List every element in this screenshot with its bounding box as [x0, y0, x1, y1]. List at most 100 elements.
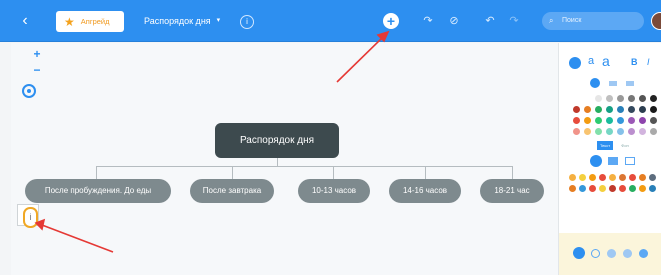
info-badge[interactable]: i — [23, 207, 38, 228]
color-swatch[interactable] — [617, 95, 624, 102]
shape-fill-icon[interactable] — [590, 155, 602, 167]
upgrade-button[interactable]: ★ Апгрейд — [56, 11, 124, 32]
tab-background[interactable]: Фон — [617, 141, 633, 150]
caret-down-icon: ▾ — [216, 17, 221, 24]
color-swatch[interactable] — [595, 106, 602, 113]
connector-line — [512, 166, 513, 179]
emoji-icon[interactable] — [639, 185, 646, 192]
color-swatch[interactable] — [639, 106, 646, 113]
subtopic-node[interactable]: После завтрака — [190, 179, 274, 203]
search-placeholder: Поиск — [562, 17, 582, 24]
link-icon[interactable] — [607, 249, 616, 258]
color-swatch[interactable] — [584, 117, 591, 124]
avatar[interactable] — [651, 12, 661, 30]
mindmap-canvas[interactable]: + − — [11, 43, 558, 275]
back-icon[interactable]: ‹ — [16, 12, 34, 30]
color-swatch[interactable] — [595, 117, 602, 124]
relation-icon[interactable]: ↷ — [420, 13, 436, 29]
color-swatch[interactable] — [628, 95, 635, 102]
color-swatch[interactable] — [584, 106, 591, 113]
search-input[interactable]: ⌕ Поиск — [542, 12, 644, 30]
emoji-icon[interactable] — [609, 174, 616, 181]
emoji-icon[interactable] — [629, 174, 636, 181]
connector-line — [96, 166, 97, 179]
tab-text[interactable]: Текст — [597, 141, 613, 150]
color-swatch[interactable] — [639, 117, 646, 124]
emoji-icon[interactable] — [639, 174, 646, 181]
connector-line — [232, 166, 233, 179]
emoji-icon[interactable] — [619, 185, 626, 192]
image-icon[interactable] — [608, 157, 618, 165]
format-panel: a a B I Текст Фон — [558, 43, 661, 275]
color-swatch[interactable] — [628, 106, 635, 113]
color-swatch[interactable] — [650, 106, 657, 113]
emoji-icon[interactable] — [649, 174, 656, 181]
emoji-icon[interactable] — [649, 185, 656, 192]
emoji-icon[interactable] — [599, 185, 606, 192]
central-topic[interactable]: Распорядок дня — [215, 123, 339, 158]
emoji-icon[interactable] — [579, 174, 586, 181]
subtopic-node[interactable]: После пробуждения. До еды — [25, 179, 171, 203]
emoji-icon[interactable] — [569, 185, 576, 192]
connector-line — [425, 166, 426, 179]
color-swatch[interactable] — [617, 106, 624, 113]
map-title: Распорядок дня — [144, 16, 211, 26]
color-swatch[interactable] — [617, 128, 624, 135]
color-swatch[interactable] — [573, 106, 580, 113]
color-swatch[interactable] — [617, 117, 624, 124]
color-swatch[interactable] — [573, 117, 580, 124]
attach-icon[interactable] — [623, 249, 632, 258]
undo-icon[interactable]: ↶ — [482, 13, 498, 29]
emoji-icon[interactable] — [599, 174, 606, 181]
color-swatch[interactable] — [595, 95, 602, 102]
color-swatch[interactable] — [628, 128, 635, 135]
connector-line — [96, 166, 513, 167]
emoji-icon[interactable] — [579, 185, 586, 192]
color-swatch[interactable] — [628, 117, 635, 124]
emoji-icon[interactable] — [609, 185, 616, 192]
subtopic-node[interactable]: 18-21 час — [480, 179, 544, 203]
font-size-large[interactable]: a — [602, 53, 610, 69]
color-swatch[interactable] — [606, 95, 613, 102]
add-topic-button[interactable]: + — [383, 13, 399, 29]
comment-icon[interactable] — [591, 249, 600, 258]
italic-button[interactable]: I — [647, 57, 650, 67]
star-icon: ★ — [64, 14, 75, 29]
color-swatch[interactable] — [595, 128, 602, 135]
zoom-out-button[interactable]: − — [30, 63, 44, 77]
subtopic-node[interactable]: 10-13 часов — [298, 179, 370, 203]
map-title-dropdown[interactable]: Распорядок дня ▾ — [144, 12, 220, 30]
zoom-in-button[interactable]: + — [30, 47, 44, 61]
label-icon[interactable] — [639, 249, 648, 258]
shape-line-icon[interactable] — [626, 81, 634, 86]
emoji-icon[interactable] — [619, 174, 626, 181]
color-swatch[interactable] — [584, 128, 591, 135]
color-swatch[interactable] — [650, 95, 657, 102]
emoji-icon[interactable] — [589, 185, 596, 192]
font-size-small[interactable]: a — [588, 55, 594, 67]
info-icon[interactable]: i — [240, 15, 254, 29]
redo-icon[interactable]: ↷ — [506, 13, 522, 29]
color-swatch[interactable] — [650, 117, 657, 124]
emoji-icon[interactable] — [589, 174, 596, 181]
center-map-icon[interactable] — [22, 84, 36, 98]
emoji-icon[interactable] — [629, 185, 636, 192]
cancel-icon[interactable]: ⊘ — [446, 13, 462, 29]
color-swatch[interactable] — [606, 117, 613, 124]
frame-icon[interactable] — [625, 157, 635, 165]
color-swatch[interactable] — [606, 128, 613, 135]
top-toolbar: ‹ ★ Апгрейд Распорядок дня ▾ i + ↷ ⊘ ↶ ↷… — [0, 0, 661, 42]
color-swatch[interactable] — [639, 128, 646, 135]
color-swatch[interactable] — [573, 128, 580, 135]
text-color-button[interactable] — [569, 57, 581, 69]
color-swatch[interactable] — [650, 128, 657, 135]
shape-circle-icon[interactable] — [590, 78, 600, 88]
bold-button[interactable]: B — [631, 57, 638, 67]
emoji-icon[interactable] — [569, 174, 576, 181]
tool-active-icon[interactable] — [573, 247, 585, 259]
shape-rect-icon[interactable] — [609, 81, 617, 86]
subtopic-node[interactable]: 14-16 часов — [389, 179, 461, 203]
color-swatch[interactable] — [639, 95, 646, 102]
search-icon: ⌕ — [549, 16, 554, 25]
color-swatch[interactable] — [606, 106, 613, 113]
